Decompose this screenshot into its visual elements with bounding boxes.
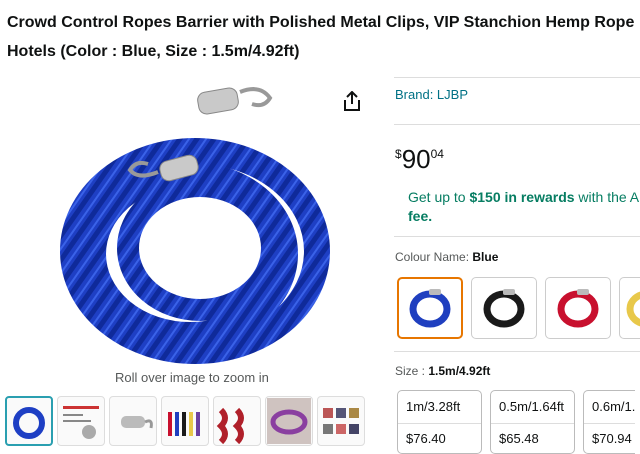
price-whole: 90	[402, 144, 431, 174]
price-symbol: $	[395, 147, 402, 161]
size-selected: 1.5m/4.92ft	[428, 364, 490, 378]
size-option-0-5m[interactable]: 0.5m/1.64ft $65.48	[490, 390, 575, 454]
rewards-line2: fee.	[408, 208, 432, 224]
occasions-thumbnail-icon	[319, 398, 363, 444]
thumb-polished-hooks[interactable]	[109, 396, 157, 446]
rewards-amount: $150 in rewards	[469, 189, 574, 205]
red-rope-swatch-icon	[553, 285, 603, 331]
main-product-image[interactable]	[50, 76, 340, 366]
thumb-hemp-rope[interactable]	[213, 396, 261, 446]
size-option-label: 1m/3.28ft	[398, 391, 481, 424]
size-label-row: Size : 1.5m/4.92ft	[395, 364, 490, 378]
brand-link[interactable]: Brand: LJBP	[395, 87, 468, 102]
swatch-blue[interactable]	[397, 277, 463, 339]
thumb-rope-lifestyle[interactable]	[265, 396, 313, 446]
colour-label: Colour Name:	[395, 250, 472, 264]
spec-thumbnail-icon	[59, 398, 103, 444]
size-option-label: 0.5m/1.64ft	[491, 391, 574, 424]
colors-thumbnail-icon	[163, 398, 207, 444]
rewards-post: with the A	[575, 189, 640, 205]
hemp-rope-thumbnail-icon	[215, 398, 259, 444]
size-option-1m[interactable]: 1m/3.28ft $76.40	[397, 390, 482, 454]
thumb-blue-rope[interactable]	[5, 396, 53, 446]
size-options: 1m/3.28ft $76.40 0.5m/1.64ft $65.48 0.6m…	[397, 390, 635, 454]
rewards-banner[interactable]: Get up to $150 in rewards with the A fee…	[408, 188, 639, 226]
colour-selected: Blue	[472, 250, 498, 264]
share-icon	[343, 91, 361, 111]
hooks-thumbnail-icon	[111, 398, 155, 444]
black-rope-swatch-icon	[479, 285, 529, 331]
rope-coil-image	[50, 76, 340, 366]
size-option-0-6m[interactable]: 0.6m/1. $70.94	[583, 390, 635, 454]
price-fraction: 04	[431, 147, 444, 161]
colour-name-label: Colour Name: Blue	[395, 250, 498, 264]
lifestyle-thumbnail-icon	[267, 398, 311, 444]
price: $9004	[395, 144, 444, 175]
divider-brand	[394, 124, 640, 125]
swatch-gold[interactable]	[619, 277, 640, 339]
product-title-line1: Crowd Control Ropes Barrier with Polishe…	[7, 14, 634, 31]
size-option-label: 0.6m/1.	[584, 391, 635, 424]
thumb-colors[interactable]	[161, 396, 209, 446]
swatch-black[interactable]	[471, 277, 537, 339]
gold-rope-swatch-icon	[621, 285, 640, 331]
divider-price	[394, 236, 640, 237]
colour-swatches	[397, 277, 640, 339]
thumbnail-strip	[5, 396, 365, 446]
zoom-hint: Roll over image to zoom in	[115, 370, 269, 385]
swatch-red[interactable]	[545, 277, 611, 339]
thumb-occasions[interactable]	[317, 396, 365, 446]
product-title: Crowd Control Ropes Barrier with Polishe…	[7, 8, 640, 66]
product-title-line2: Hotels (Color : Blue, Size : 1.5m/4.92ft…	[7, 37, 640, 66]
rewards-pre: Get up to	[408, 189, 469, 205]
thumb-specification[interactable]	[57, 396, 105, 446]
share-button[interactable]	[339, 88, 365, 114]
size-label: Size :	[395, 364, 428, 378]
blue-rope-swatch-icon	[405, 285, 455, 331]
divider-colour	[394, 351, 640, 352]
divider-top	[394, 77, 640, 78]
rope-thumbnail-icon	[9, 401, 49, 441]
